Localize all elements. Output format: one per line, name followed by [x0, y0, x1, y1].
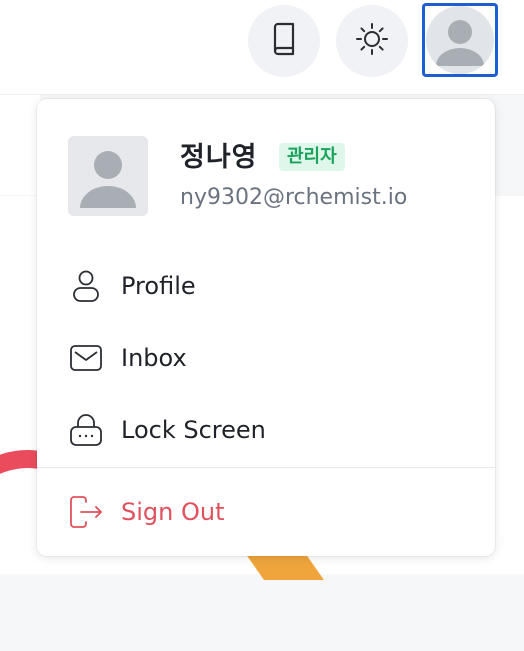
book-icon [268, 22, 300, 60]
documentation-button[interactable] [248, 5, 320, 77]
envelope-icon [69, 341, 103, 375]
user-email: ny9302@rchemist.io [180, 185, 408, 210]
role-badge: 관리자 [279, 143, 345, 171]
sign-out-icon [69, 495, 103, 529]
menu-divider [37, 467, 495, 468]
menu-item-label: Lock Screen [121, 416, 266, 444]
theme-toggle-button[interactable] [336, 5, 408, 77]
person-icon [69, 269, 103, 303]
menu-item-inbox[interactable]: Inbox [37, 325, 495, 391]
menu-item-label: Profile [121, 272, 196, 300]
lock-icon [69, 413, 103, 447]
menu-item-lock-screen[interactable]: Lock Screen [37, 397, 495, 463]
top-bar [0, 0, 524, 95]
menu-item-profile[interactable]: Profile [37, 253, 495, 319]
avatar [68, 136, 148, 216]
sign-out-label: Sign Out [121, 498, 225, 526]
user-menu-button[interactable] [422, 3, 498, 77]
sign-out-button[interactable]: Sign Out [37, 479, 495, 545]
sun-icon [355, 22, 389, 60]
user-avatar-icon [426, 6, 494, 74]
background-panel [0, 95, 40, 195]
user-dropdown-menu: 정나영 관리자 ny9302@rchemist.io Profile Inbox [37, 99, 495, 556]
menu-item-label: Inbox [121, 344, 187, 372]
user-name: 정나영 [180, 142, 258, 173]
